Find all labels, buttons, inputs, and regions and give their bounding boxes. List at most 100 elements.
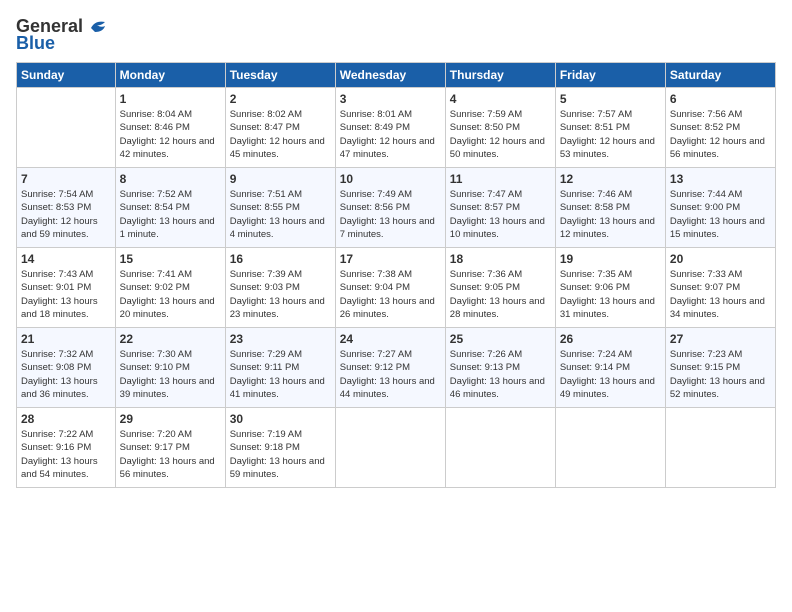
day-info: Sunrise: 7:54 AMSunset: 8:53 PMDaylight:…: [21, 188, 111, 241]
weekday-header-friday: Friday: [555, 63, 665, 88]
calendar-cell: 24Sunrise: 7:27 AMSunset: 9:12 PMDayligh…: [335, 328, 445, 408]
day-number: 21: [21, 332, 111, 346]
calendar-cell: 1 Sunrise: 8:04 AMSunset: 8:46 PMDaylight…: [115, 88, 225, 168]
day-info: Sunrise: 7:36 AMSunset: 9:05 PMDaylight:…: [450, 268, 551, 321]
calendar-cell: 17 Sunrise: 7:38 AMSunset: 9:04 PMDayligh…: [335, 248, 445, 328]
day-number: 7: [21, 172, 111, 186]
day-number: 11: [450, 172, 551, 186]
day-number: 5: [560, 92, 661, 106]
weekday-header-saturday: Saturday: [665, 63, 775, 88]
day-number: 17: [340, 252, 441, 266]
calendar-cell: 21 Sunrise: 7:32 AMSunset: 9:08 PMDayligh…: [17, 328, 116, 408]
calendar-cell: 25Sunrise: 7:26 AMSunset: 9:13 PMDayligh…: [445, 328, 555, 408]
day-info: Sunrise: 7:52 AMSunset: 8:54 PMDaylight:…: [120, 188, 221, 241]
day-info: Sunrise: 8:04 AMSunset: 8:46 PMDaylight:…: [120, 108, 221, 161]
calendar-cell: 22 Sunrise: 7:30 AMSunset: 9:10 PMDayligh…: [115, 328, 225, 408]
day-number: 16: [230, 252, 331, 266]
calendar-cell: 7 Sunrise: 7:54 AMSunset: 8:53 PMDaylight…: [17, 168, 116, 248]
calendar-cell: [335, 408, 445, 488]
day-number: 26: [560, 332, 661, 346]
day-info: Sunrise: 7:46 AMSunset: 8:58 PMDaylight:…: [560, 188, 661, 241]
logo-blue-text: Blue: [16, 33, 55, 54]
day-info: Sunrise: 7:39 AMSunset: 9:03 PMDaylight:…: [230, 268, 331, 321]
calendar-week-row: 7 Sunrise: 7:54 AMSunset: 8:53 PMDaylight…: [17, 168, 776, 248]
calendar-cell: 3 Sunrise: 8:01 AMSunset: 8:49 PMDaylight…: [335, 88, 445, 168]
day-number: 13: [670, 172, 771, 186]
calendar-week-row: 21 Sunrise: 7:32 AMSunset: 9:08 PMDayligh…: [17, 328, 776, 408]
day-info: Sunrise: 7:29 AMSunset: 9:11 PMDaylight:…: [230, 348, 331, 401]
calendar-cell: 16 Sunrise: 7:39 AMSunset: 9:03 PMDayligh…: [225, 248, 335, 328]
day-info: Sunrise: 7:47 AMSunset: 8:57 PMDaylight:…: [450, 188, 551, 241]
calendar-cell: 10 Sunrise: 7:49 AMSunset: 8:56 PMDayligh…: [335, 168, 445, 248]
day-info: Sunrise: 7:19 AMSunset: 9:18 PMDaylight:…: [230, 428, 331, 481]
day-info: Sunrise: 7:49 AMSunset: 8:56 PMDaylight:…: [340, 188, 441, 241]
day-number: 4: [450, 92, 551, 106]
calendar-cell: 6 Sunrise: 7:56 AMSunset: 8:52 PMDaylight…: [665, 88, 775, 168]
calendar-cell: 14 Sunrise: 7:43 AMSunset: 9:01 PMDayligh…: [17, 248, 116, 328]
day-info: Sunrise: 7:33 AMSunset: 9:07 PMDaylight:…: [670, 268, 771, 321]
day-info: Sunrise: 7:24 AMSunset: 9:14 PMDaylight:…: [560, 348, 661, 401]
calendar-cell: [665, 408, 775, 488]
day-info: Sunrise: 8:01 AMSunset: 8:49 PMDaylight:…: [340, 108, 441, 161]
day-info: Sunrise: 7:35 AMSunset: 9:06 PMDaylight:…: [560, 268, 661, 321]
day-number: 6: [670, 92, 771, 106]
calendar-cell: 26 Sunrise: 7:24 AMSunset: 9:14 PMDayligh…: [555, 328, 665, 408]
day-info: Sunrise: 7:23 AMSunset: 9:15 PMDaylight:…: [670, 348, 771, 401]
weekday-header-sunday: Sunday: [17, 63, 116, 88]
day-number: 2: [230, 92, 331, 106]
weekday-header-thursday: Thursday: [445, 63, 555, 88]
calendar-cell: 30 Sunrise: 7:19 AMSunset: 9:18 PMDayligh…: [225, 408, 335, 488]
calendar-week-row: 28Sunrise: 7:22 AMSunset: 9:16 PMDayligh…: [17, 408, 776, 488]
day-number: 9: [230, 172, 331, 186]
day-number: 29: [120, 412, 221, 426]
calendar-cell: [17, 88, 116, 168]
day-number: 30: [230, 412, 331, 426]
day-number: 19: [560, 252, 661, 266]
day-info: Sunrise: 7:32 AMSunset: 9:08 PMDaylight:…: [21, 348, 111, 401]
day-number: 14: [21, 252, 111, 266]
weekday-header-row: SundayMondayTuesdayWednesdayThursdayFrid…: [17, 63, 776, 88]
weekday-header-tuesday: Tuesday: [225, 63, 335, 88]
calendar-cell: 13Sunrise: 7:44 AMSunset: 9:00 PMDayligh…: [665, 168, 775, 248]
day-info: Sunrise: 8:02 AMSunset: 8:47 PMDaylight:…: [230, 108, 331, 161]
calendar-cell: [445, 408, 555, 488]
day-info: Sunrise: 7:41 AMSunset: 9:02 PMDaylight:…: [120, 268, 221, 321]
calendar-cell: 23Sunrise: 7:29 AMSunset: 9:11 PMDayligh…: [225, 328, 335, 408]
day-info: Sunrise: 7:38 AMSunset: 9:04 PMDaylight:…: [340, 268, 441, 321]
day-number: 10: [340, 172, 441, 186]
calendar-cell: 9Sunrise: 7:51 AMSunset: 8:55 PMDaylight…: [225, 168, 335, 248]
day-number: 24: [340, 332, 441, 346]
calendar-cell: [555, 408, 665, 488]
calendar-cell: 4 Sunrise: 7:59 AMSunset: 8:50 PMDaylight…: [445, 88, 555, 168]
calendar-cell: 20 Sunrise: 7:33 AMSunset: 9:07 PMDayligh…: [665, 248, 775, 328]
calendar-cell: 29Sunrise: 7:20 AMSunset: 9:17 PMDayligh…: [115, 408, 225, 488]
weekday-header-monday: Monday: [115, 63, 225, 88]
day-info: Sunrise: 7:56 AMSunset: 8:52 PMDaylight:…: [670, 108, 771, 161]
calendar-table: SundayMondayTuesdayWednesdayThursdayFrid…: [16, 62, 776, 488]
calendar-cell: 12 Sunrise: 7:46 AMSunset: 8:58 PMDayligh…: [555, 168, 665, 248]
day-number: 12: [560, 172, 661, 186]
calendar-week-row: 14 Sunrise: 7:43 AMSunset: 9:01 PMDayligh…: [17, 248, 776, 328]
calendar-cell: 8Sunrise: 7:52 AMSunset: 8:54 PMDaylight…: [115, 168, 225, 248]
day-info: Sunrise: 7:57 AMSunset: 8:51 PMDaylight:…: [560, 108, 661, 161]
calendar-cell: 2 Sunrise: 8:02 AMSunset: 8:47 PMDaylight…: [225, 88, 335, 168]
page-header: General Blue: [16, 16, 776, 54]
calendar-cell: 28Sunrise: 7:22 AMSunset: 9:16 PMDayligh…: [17, 408, 116, 488]
day-number: 22: [120, 332, 221, 346]
calendar-cell: 15Sunrise: 7:41 AMSunset: 9:02 PMDayligh…: [115, 248, 225, 328]
day-info: Sunrise: 7:59 AMSunset: 8:50 PMDaylight:…: [450, 108, 551, 161]
day-number: 18: [450, 252, 551, 266]
logo-bird-icon: [87, 18, 109, 36]
day-number: 20: [670, 252, 771, 266]
day-number: 1: [120, 92, 221, 106]
day-info: Sunrise: 7:43 AMSunset: 9:01 PMDaylight:…: [21, 268, 111, 321]
day-number: 28: [21, 412, 111, 426]
calendar-cell: 27 Sunrise: 7:23 AMSunset: 9:15 PMDayligh…: [665, 328, 775, 408]
day-number: 25: [450, 332, 551, 346]
calendar-week-row: 1 Sunrise: 8:04 AMSunset: 8:46 PMDaylight…: [17, 88, 776, 168]
logo: General Blue: [16, 16, 109, 54]
day-number: 27: [670, 332, 771, 346]
weekday-header-wednesday: Wednesday: [335, 63, 445, 88]
day-number: 3: [340, 92, 441, 106]
day-info: Sunrise: 7:30 AMSunset: 9:10 PMDaylight:…: [120, 348, 221, 401]
